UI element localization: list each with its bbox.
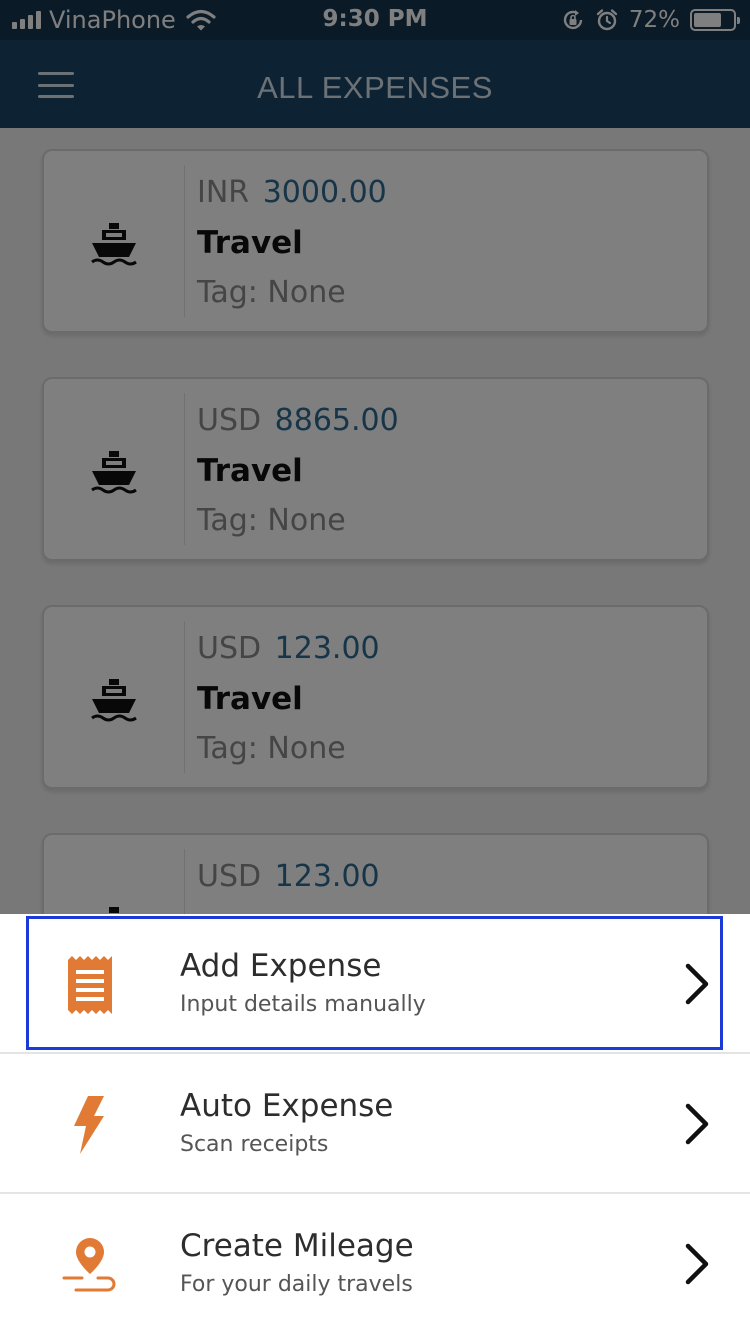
location-pin-icon — [62, 1238, 116, 1292]
add-expense-button[interactable]: Add Expense Input details manually — [0, 914, 750, 1054]
chevron-right-icon — [685, 1103, 709, 1145]
receipt-icon — [68, 956, 112, 1014]
action-subtitle: For your daily travels — [180, 1272, 413, 1297]
modal-backdrop[interactable] — [0, 0, 750, 914]
action-title: Auto Expense — [180, 1088, 394, 1124]
chevron-right-icon — [685, 963, 709, 1005]
action-title: Add Expense — [180, 948, 382, 984]
action-title: Create Mileage — [180, 1228, 414, 1264]
action-sheet: Add Expense Input details manually Auto … — [0, 914, 750, 1334]
lightning-icon — [74, 1096, 104, 1154]
action-subtitle: Scan receipts — [180, 1132, 329, 1157]
create-mileage-button[interactable]: Create Mileage For your daily travels — [0, 1194, 750, 1334]
chevron-right-icon — [685, 1243, 709, 1285]
auto-expense-button[interactable]: Auto Expense Scan receipts — [0, 1054, 750, 1194]
action-subtitle: Input details manually — [180, 992, 426, 1017]
